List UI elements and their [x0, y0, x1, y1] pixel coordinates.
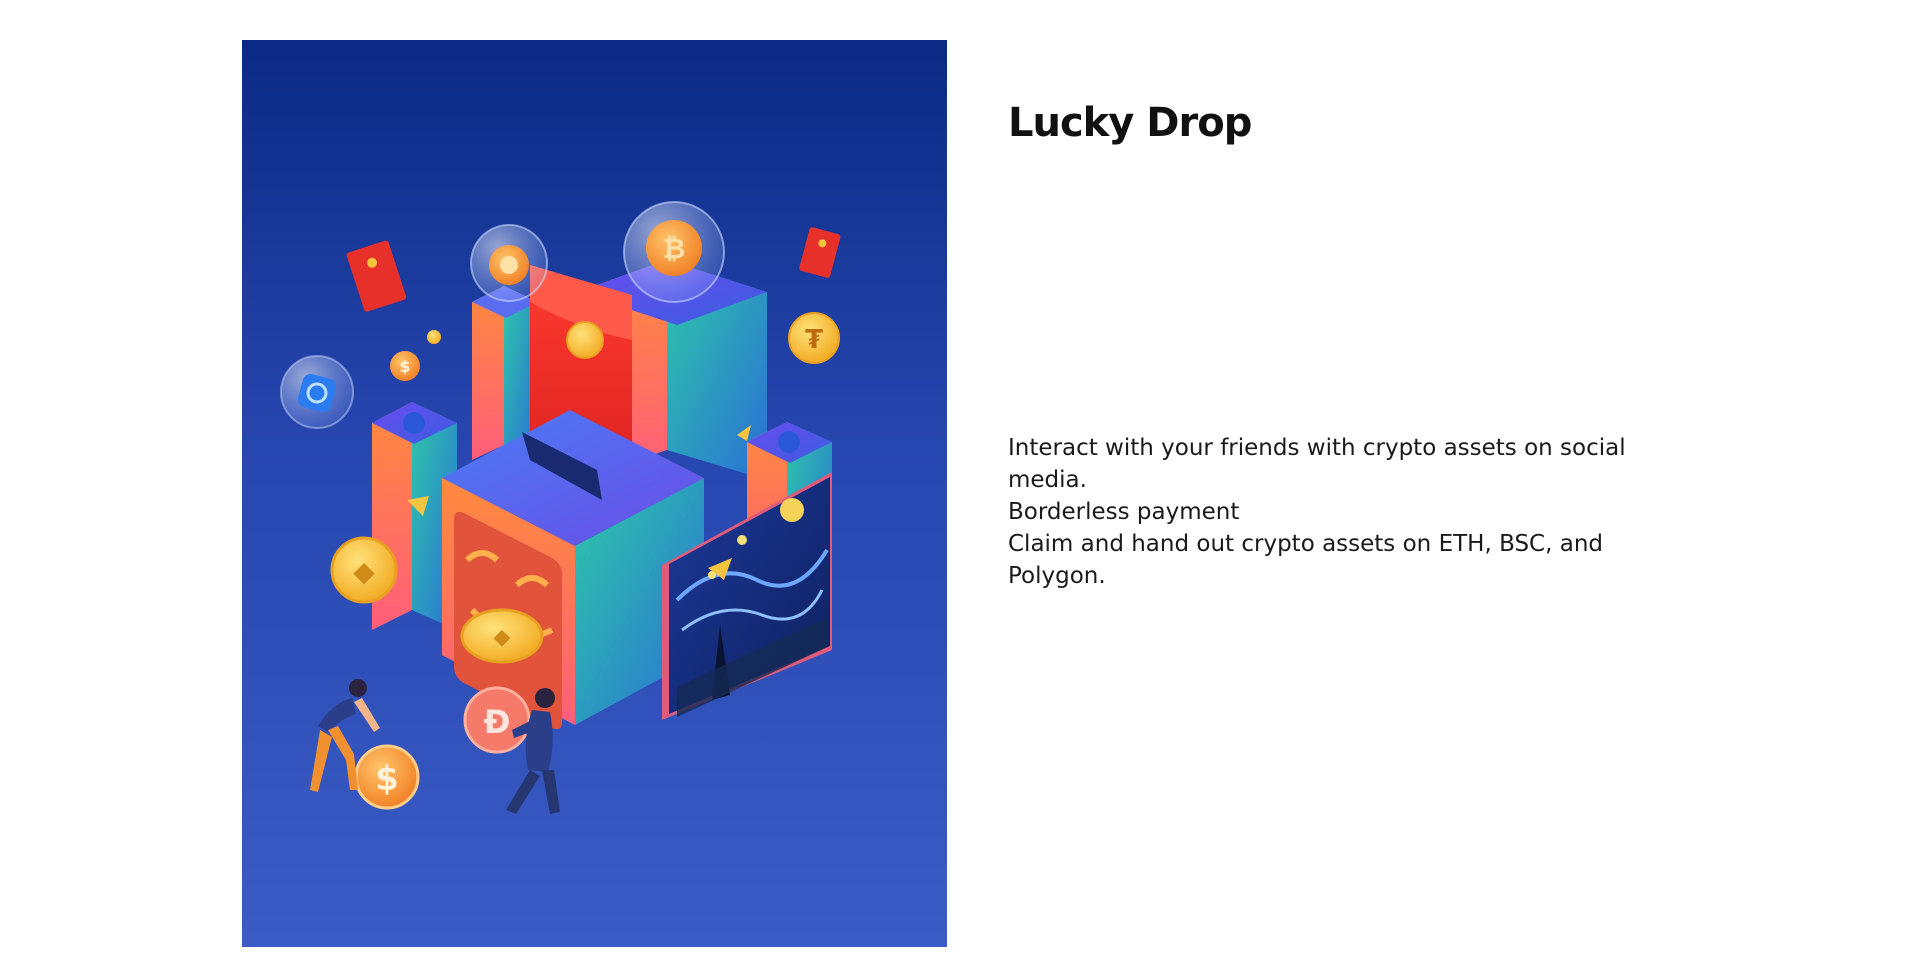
page: ₿ ₮ $ ◆ ◆ Đ $ Lucky Drop Interact with y… [0, 0, 1920, 980]
ethereum-coin-center-icon: ◆ [460, 608, 544, 664]
svg-text:$: $ [375, 759, 399, 799]
dai-coin-icon: Đ [463, 686, 531, 754]
description-line: Claim and hand out crypto assets on ETH,… [1008, 531, 1603, 589]
svg-text:◆: ◆ [494, 625, 511, 650]
svg-text:₮: ₮ [805, 325, 823, 355]
tiny-coin-icon [427, 330, 441, 344]
svg-text:◆: ◆ [353, 555, 375, 588]
ethereum-coin-icon: ◆ [330, 536, 398, 604]
tether-coin-icon: ₮ [788, 312, 840, 364]
svg-text:$: $ [399, 357, 410, 376]
dollar-coin-icon: $ [354, 744, 420, 810]
small-dollar-coin-icon: $ [390, 351, 420, 381]
token-bubble-coin-icon [470, 224, 548, 302]
svg-text:Đ: Đ [484, 703, 511, 741]
bitcoin-coin-icon: ₿ [623, 201, 725, 303]
illustration-svg: ₿ ₮ $ ◆ ◆ Đ $ [242, 40, 947, 947]
description-line: Interact with your friends with crypto a… [1008, 435, 1626, 493]
feature-description: Interact with your friends with crypto a… [1008, 432, 1648, 592]
description-line: Borderless payment [1008, 499, 1240, 525]
svg-text:₿: ₿ [663, 232, 686, 265]
shield-token-icon [280, 355, 354, 429]
lucky-drop-illustration: ₿ ₮ $ ◆ ◆ Đ $ [242, 40, 947, 947]
page-title: Lucky Drop [1008, 100, 1252, 146]
